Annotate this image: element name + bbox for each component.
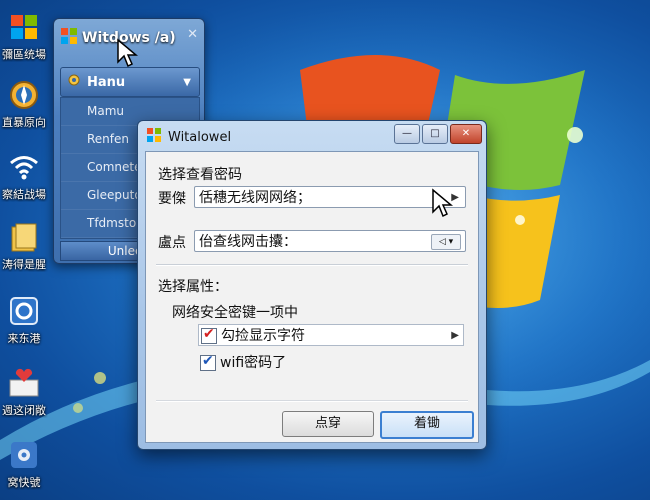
desktop-icon-label: 窝快號 — [7, 476, 41, 489]
mouse-cursor-icon — [432, 188, 453, 218]
dropdown-label: Hanu — [87, 74, 126, 90]
primary-button[interactable]: 着锄 — [380, 411, 474, 439]
option-wifi-password[interactable]: ✔ wifi密码了 — [198, 352, 464, 374]
desktop-icon-label: 来东港 — [7, 332, 41, 345]
windows-logo-icon — [60, 27, 78, 49]
checkmark-icon: ✔ — [203, 326, 215, 342]
desktop-icon-security[interactable]: 窝快號 — [0, 438, 48, 490]
section-title: 选择查看密码 — [158, 167, 242, 183]
wifi-icon — [7, 150, 41, 184]
desktop-icon-label: 直暴原向 — [2, 116, 46, 129]
close-button[interactable]: ✕ — [450, 124, 482, 144]
checkmark-icon: ✔ — [202, 353, 214, 369]
desktop-icon-label: 察結战場 — [2, 188, 46, 201]
network-query-field[interactable]: 佁查线网击攮： ◁ ▾ — [194, 230, 466, 252]
desktop-icon-label: 週这闭敞 — [2, 404, 46, 417]
desktop-icon-folder[interactable]: 涛得是腥 — [0, 220, 48, 272]
dialog-client-area: 选择查看密码 要傑 佸穗无线网网络； ▶ 盧点 佁查线网击攮： ◁ ▾ 选择属性… — [145, 151, 479, 443]
compass-icon — [7, 78, 41, 112]
gear-icon — [7, 438, 41, 472]
checkbox[interactable]: ✔ — [200, 353, 216, 371]
network-query-value: 佁查线网击攮： — [199, 234, 297, 250]
folder-icon — [7, 220, 41, 254]
windows-logo-icon — [146, 127, 162, 147]
separator — [156, 264, 468, 266]
desktop-icon-label: 涛得是腥 — [2, 258, 46, 271]
maximize-button[interactable]: □ — [422, 124, 448, 144]
chevron-down-icon: ▼ — [183, 76, 191, 88]
dialog-title: Witalowel — [168, 129, 232, 145]
chevron-right-icon: ▶ — [451, 330, 459, 341]
option-show-characters[interactable]: ✔ 勾捡显示字符 ▶ — [198, 324, 464, 346]
windows-logo-icon — [7, 10, 41, 44]
secondary-button[interactable]: 点穿 — [282, 411, 374, 437]
close-icon[interactable]: ✕ — [187, 27, 198, 42]
dialog-titlebar[interactable]: Witalowel — [146, 127, 231, 147]
network-select-field[interactable]: 佸穗无线网网络； ▶ — [194, 186, 466, 208]
desktop-icon-help[interactable]: 週这闭敞 — [0, 366, 48, 418]
network-select-value: 佸穗无线网网络； — [199, 190, 311, 206]
caption-buttons: — □ ✕ — [394, 124, 482, 144]
properties-title: 选择属性： — [158, 279, 228, 295]
minimize-button[interactable]: — — [394, 124, 420, 144]
properties-subtitle: 网络安全密键一项中 — [172, 305, 298, 321]
shield-settings-icon — [7, 294, 41, 328]
mouse-cursor-icon — [117, 38, 138, 68]
back-window-dropdown[interactable]: Hanu ▼ — [60, 67, 200, 97]
option-label: wifi密码了 — [220, 355, 287, 371]
desktop-icon-wifi[interactable]: 察結战場 — [0, 150, 48, 202]
desktop-icon-settings[interactable]: 来东港 — [0, 294, 48, 346]
desktop-icon-computer[interactable]: 彌區统場 — [0, 10, 48, 62]
combo-dropdown-icon[interactable]: ◁ ▾ — [431, 234, 461, 250]
option-label: 勾捡显示字符 — [221, 328, 305, 344]
password-dialog[interactable]: Witalowel — □ ✕ 选择查看密码 要傑 佸穗无线网网络； ▶ 盧点 … — [137, 120, 487, 450]
separator — [156, 400, 468, 402]
desktop-icon-network[interactable]: 直暴原向 — [0, 78, 48, 130]
gear-icon — [67, 73, 81, 91]
row2-label: 盧点 — [158, 235, 186, 251]
heart-box-icon — [7, 366, 41, 400]
desktop-icon-label: 彌區统場 — [2, 48, 46, 61]
checkbox[interactable]: ✔ — [201, 326, 217, 344]
row1-label: 要傑 — [158, 191, 186, 207]
